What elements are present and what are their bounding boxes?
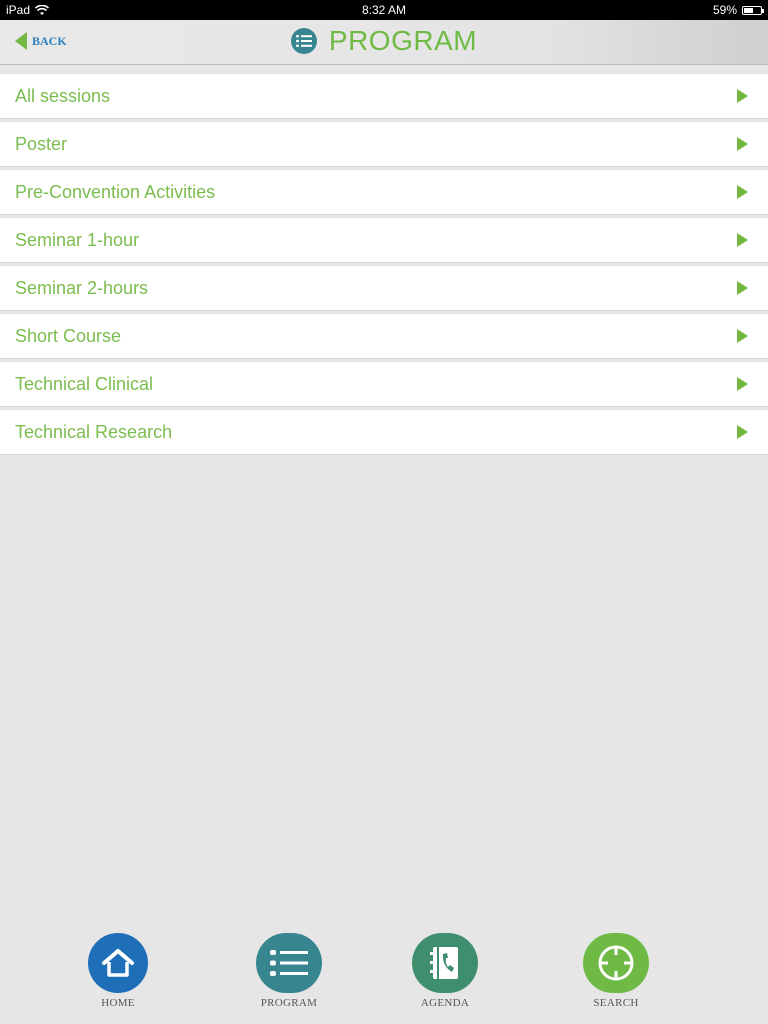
list-item-label: Pre-Convention Activities [15, 182, 216, 202]
chevron-right-icon [737, 89, 748, 103]
tab-search-label: SEARCH [593, 997, 639, 1009]
list-item-label: Short Course [15, 326, 122, 346]
tab-agenda[interactable]: AGENDA [385, 933, 505, 1009]
chevron-right-icon [737, 377, 748, 391]
address-book-icon [412, 933, 478, 993]
list-item-label: Seminar 2-hours [15, 278, 149, 298]
list-icon [256, 933, 322, 993]
list-item-label: All sessions [15, 86, 111, 106]
list-icon [290, 28, 317, 54]
list-item[interactable]: Seminar 2-hours [0, 266, 768, 310]
status-time: 8:32 AM [361, 3, 407, 17]
tab-home[interactable]: HOME [58, 933, 178, 1009]
list-item[interactable]: All sessions [0, 74, 768, 118]
chevron-right-icon [737, 425, 748, 439]
crosshair-icon [583, 933, 649, 993]
chevron-right-icon [737, 329, 748, 343]
chevron-right-icon [737, 185, 748, 199]
list-item-label: Technical Research [15, 422, 173, 442]
list-item-label: Technical Clinical [15, 374, 154, 394]
nav-bar: BACK PROGRAM [0, 20, 768, 65]
list-item[interactable]: Technical Clinical [0, 362, 768, 406]
bottom-tab-bar: HOME PROGRAM AGENDA SEARCH [0, 930, 768, 1024]
chevron-right-icon [737, 281, 748, 295]
list-item[interactable]: Short Course [0, 314, 768, 358]
tab-agenda-label: AGENDA [420, 997, 470, 1009]
page-title-group: PROGRAM [0, 25, 768, 57]
tab-program[interactable]: PROGRAM [229, 933, 349, 1009]
tab-home-label: HOME [101, 997, 135, 1009]
chevron-right-icon [737, 137, 748, 151]
tab-search[interactable]: SEARCH [556, 933, 676, 1009]
page-title: PROGRAM [328, 25, 478, 56]
list-item[interactable]: Technical Research [0, 410, 768, 454]
tab-program-label: PROGRAM [260, 997, 318, 1009]
chevron-right-icon [737, 233, 748, 247]
list-item[interactable]: Seminar 1-hour [0, 218, 768, 262]
list-item[interactable]: Pre-Convention Activities [0, 170, 768, 214]
home-icon [88, 933, 148, 993]
list-item-label: Seminar 1-hour [15, 230, 140, 250]
list-item[interactable]: Poster [0, 122, 768, 166]
status-bar: iPad 8:32 AM 59% [0, 0, 768, 20]
status-right: 59% [712, 3, 764, 17]
battery-percent: 59% [712, 3, 737, 17]
session-list: All sessions Poster Pre-Convention Activ… [0, 74, 768, 458]
battery-fill [744, 7, 754, 13]
list-item-label: Poster [15, 134, 68, 154]
battery-icon [742, 5, 764, 15]
